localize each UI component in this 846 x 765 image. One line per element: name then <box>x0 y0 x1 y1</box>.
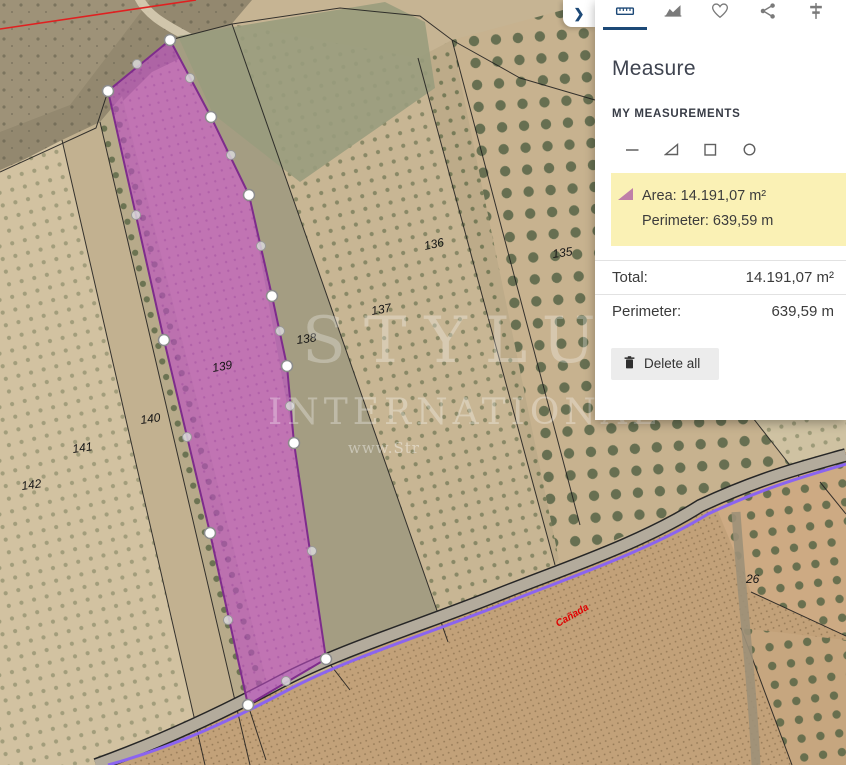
vertex-handle[interactable] <box>321 654 332 665</box>
measure-rectangle-tool[interactable] <box>703 142 718 157</box>
tab-elevation[interactable] <box>651 0 695 30</box>
vertex-handle[interactable] <box>282 361 293 372</box>
perimeter-row: Perimeter: 639,59 m <box>595 295 846 328</box>
heart-icon <box>710 1 730 26</box>
area-chart-icon <box>663 1 683 26</box>
total-value: 14.191,07 m² <box>746 269 834 286</box>
vertex-handle[interactable] <box>267 291 278 302</box>
parcel-label: 140 <box>139 410 161 427</box>
filter-icon <box>806 1 826 26</box>
parcel-label: 142 <box>20 476 42 493</box>
tab-filters[interactable] <box>794 0 838 30</box>
card-perimeter-line: Perimeter: 639,59 m <box>642 209 773 234</box>
midpoint-handle[interactable] <box>224 616 233 625</box>
midpoint-handle[interactable] <box>186 74 195 83</box>
total-label: Total: <box>612 269 648 286</box>
parcel-label: 141 <box>71 439 93 456</box>
parcel-label: 26 <box>745 572 760 586</box>
chevron-right-icon: ❯ <box>574 6 585 22</box>
vertex-handle[interactable] <box>206 112 217 123</box>
svg-text:www.Str: www.Str <box>348 439 420 457</box>
total-row: Total: 14.191,07 m² <box>595 261 846 295</box>
midpoint-handle[interactable] <box>308 547 317 556</box>
ruler-icon <box>615 1 635 26</box>
midpoint-handle[interactable] <box>227 151 236 160</box>
midpoint-handle[interactable] <box>133 60 142 69</box>
midpoint-handle[interactable] <box>276 327 285 336</box>
perimeter-label: Perimeter: <box>612 303 681 320</box>
midpoint-handle[interactable] <box>132 211 141 220</box>
midpoint-handle[interactable] <box>183 433 192 442</box>
trash-icon <box>624 356 635 372</box>
tab-favorites[interactable] <box>698 0 742 30</box>
tab-share[interactable] <box>746 0 790 30</box>
parcel-label: 135 <box>551 244 573 261</box>
vertex-handle[interactable] <box>103 86 114 97</box>
vertex-handle[interactable] <box>205 528 216 539</box>
measurement-card[interactable]: Area: 14.191,07 m² Perimeter: 639,59 m <box>611 173 846 246</box>
vertex-handle[interactable] <box>244 190 255 201</box>
panel-collapse-button[interactable]: ❯ <box>563 0 595 27</box>
totals-table: Total: 14.191,07 m² Perimeter: 639,59 m <box>595 260 846 328</box>
measure-circle-tool[interactable] <box>742 142 757 157</box>
polygon-measure-icon <box>618 188 633 200</box>
vertex-handle[interactable] <box>289 438 300 449</box>
measure-line-tool[interactable] <box>625 142 640 157</box>
page-title: Measure <box>612 57 846 81</box>
measure-panel: Measure MY MEASUREMENTS Area: 14.191,07 … <box>595 0 846 420</box>
measure-polygon-tool[interactable] <box>664 142 679 157</box>
delete-all-label: Delete all <box>644 356 700 371</box>
panel-tabbar <box>595 0 846 30</box>
perimeter-value: 639,59 m <box>771 303 834 320</box>
midpoint-handle[interactable] <box>257 242 266 251</box>
vertex-handle[interactable] <box>159 335 170 346</box>
vertex-handle[interactable] <box>243 700 254 711</box>
midpoint-handle[interactable] <box>282 677 291 686</box>
delete-all-button[interactable]: Delete all <box>611 348 719 380</box>
share-icon <box>758 1 778 26</box>
section-title: MY MEASUREMENTS <box>612 108 846 120</box>
map-measure-app: 135 136 137 138 139 140 141 142 26 Cañad… <box>0 0 846 765</box>
measure-tools <box>625 140 846 158</box>
tab-measure[interactable] <box>603 0 647 30</box>
vertex-handle[interactable] <box>165 35 176 46</box>
card-area-line: Area: 14.191,07 m² <box>642 184 773 209</box>
